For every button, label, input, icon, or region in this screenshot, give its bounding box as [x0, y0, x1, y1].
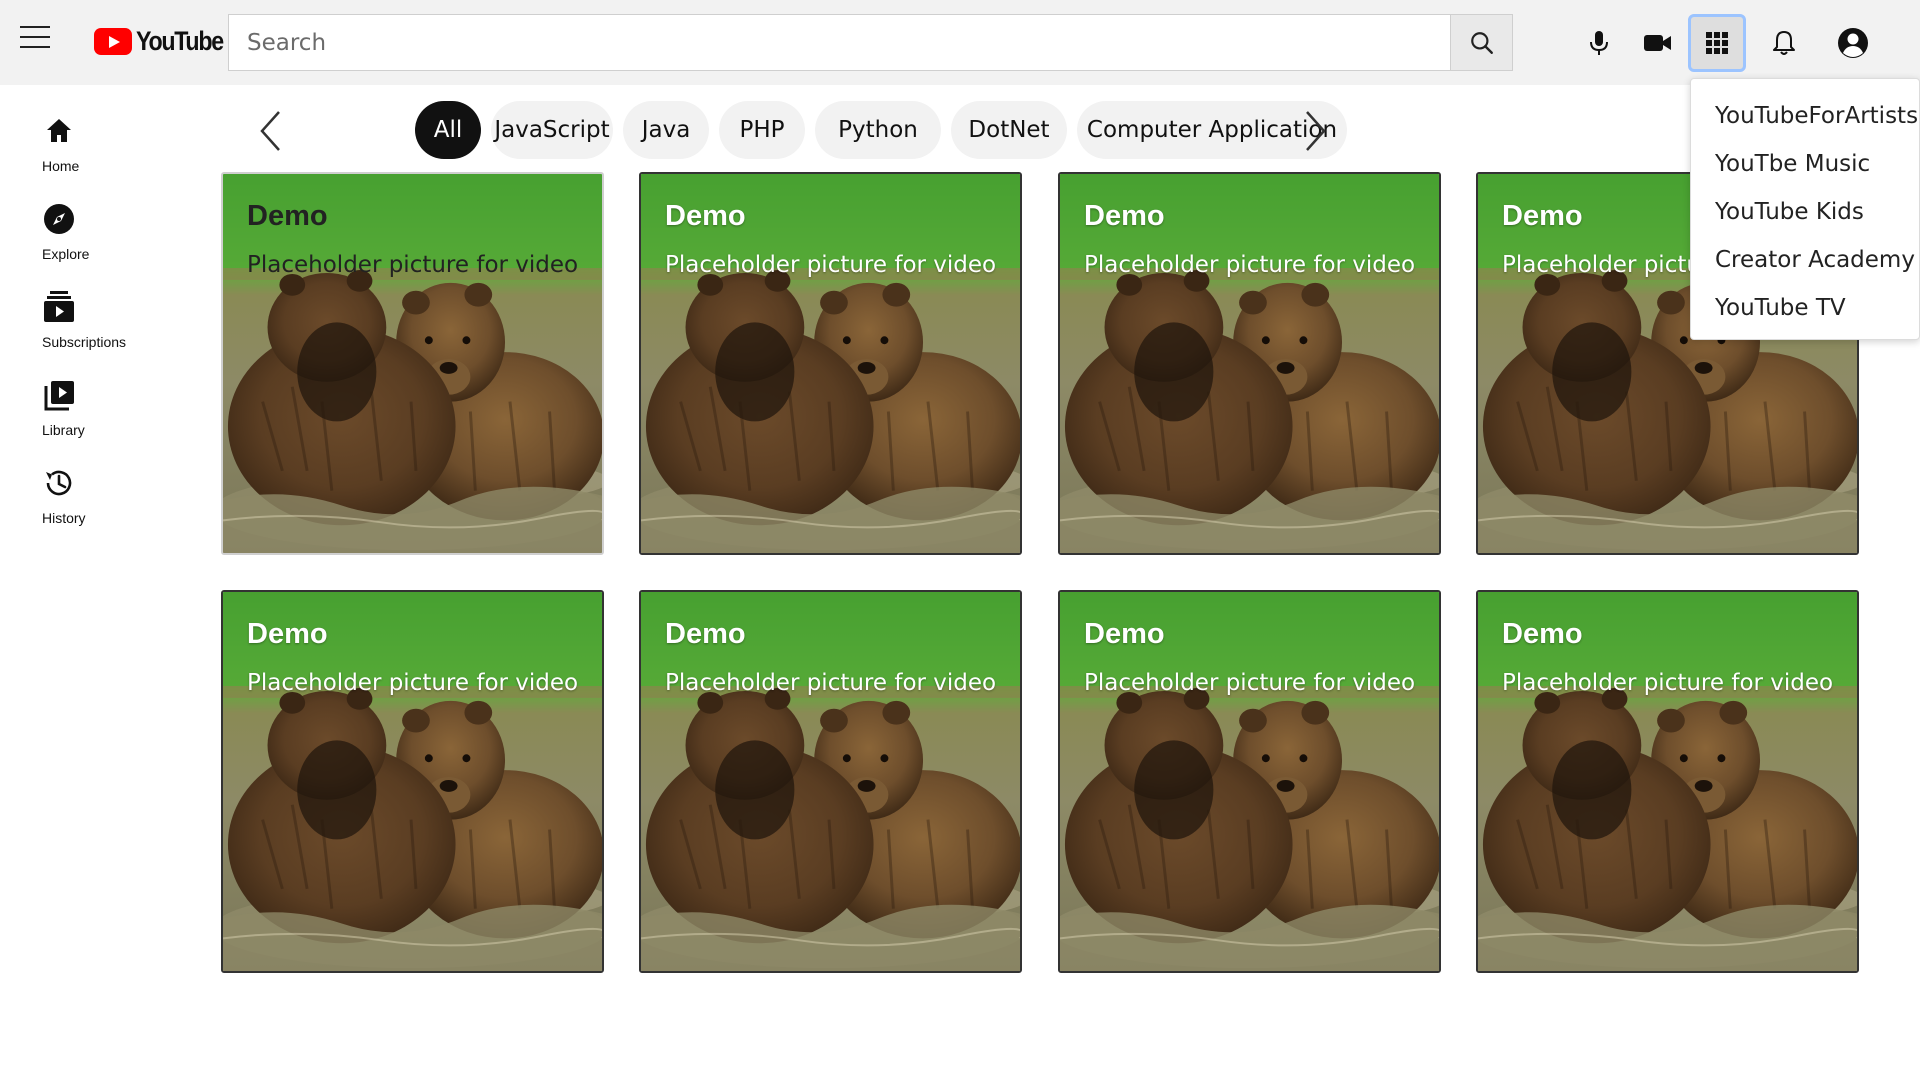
video-description: Placeholder picture for video [1084, 252, 1416, 278]
video-description: Placeholder picture for video [665, 252, 997, 278]
library-icon [42, 378, 76, 412]
chip-all[interactable]: All [415, 101, 481, 159]
video-card[interactable]: Demo Placeholder picture for video [221, 590, 604, 973]
menu-item-youtube-kids[interactable]: YouTube Kids [1715, 192, 1864, 232]
chip-javascript[interactable]: JavaScript [491, 101, 613, 159]
search-button[interactable] [1450, 15, 1512, 70]
video-description: Placeholder picture for video [665, 670, 997, 696]
video-title: Demo [247, 618, 328, 650]
chevron-left-icon [260, 111, 280, 151]
sidebar-item-label: Library [42, 422, 85, 438]
sidebar-item-label: Home [42, 158, 80, 174]
sidebar-item-library[interactable]: Library [0, 362, 140, 442]
search-icon [1470, 31, 1493, 54]
video-title: Demo [247, 200, 328, 232]
menu-item-youtube-for-artists[interactable]: YouTubeForArtists [1715, 96, 1918, 136]
video-description: Placeholder picture for video [247, 252, 579, 278]
bell-icon [1773, 31, 1795, 55]
apps-grid-icon [1706, 32, 1728, 54]
subscriptions-icon [42, 290, 76, 324]
top-header: YouTube [0, 0, 1920, 85]
sidebar-item-history[interactable]: History [0, 450, 140, 530]
account-circle-icon [1838, 28, 1868, 58]
notifications-button[interactable] [1755, 14, 1813, 72]
home-icon [42, 114, 76, 148]
menu-item-creator-academy[interactable]: Creator Academy [1715, 240, 1915, 280]
apps-button[interactable] [1688, 14, 1746, 72]
chip-python[interactable]: Python [815, 101, 941, 159]
youtube-play-icon [94, 27, 132, 55]
create-video-button[interactable] [1629, 14, 1687, 72]
video-camera-icon [1644, 35, 1671, 51]
chip-java[interactable]: Java [623, 101, 709, 159]
compass-icon [42, 202, 76, 236]
video-title: Demo [1084, 618, 1165, 650]
chips-prev-button[interactable] [250, 108, 290, 154]
history-icon [42, 466, 76, 500]
chip-php[interactable]: PHP [719, 101, 805, 159]
sidebar-item-label: History [42, 510, 86, 526]
video-title: Demo [1502, 200, 1583, 232]
sidebar-item-label: Subscriptions [42, 334, 127, 350]
video-card[interactable]: Demo Placeholder picture for video [221, 172, 604, 555]
voice-search-button[interactable] [1570, 14, 1628, 72]
youtube-logo[interactable]: YouTube [94, 26, 237, 56]
apps-dropdown-menu: YouTubeForArtists YouTbe Music YouTube K… [1690, 78, 1920, 340]
video-card[interactable]: Demo Placeholder picture for video [639, 590, 1022, 973]
video-description: Placeholder picture for video [1502, 670, 1834, 696]
search-input[interactable] [229, 15, 1450, 70]
sidebar-item-home[interactable]: Home [0, 98, 140, 178]
menu-item-youtube-music[interactable]: YouTbe Music [1715, 144, 1870, 184]
sidebar-item-subscriptions[interactable]: Subscriptions [0, 274, 140, 354]
sidebar-item-explore[interactable]: Explore [0, 186, 140, 266]
chip-dotnet[interactable]: DotNet [951, 101, 1067, 159]
video-title: Demo [665, 200, 746, 232]
video-title: Demo [1502, 618, 1583, 650]
video-card[interactable]: Demo Placeholder picture for video [1058, 172, 1441, 555]
sidebar-item-label: Explore [42, 246, 90, 262]
video-card[interactable]: Demo Placeholder picture for video [1058, 590, 1441, 973]
video-card[interactable]: Demo Placeholder picture for video [1476, 590, 1859, 973]
chevron-right-icon [1306, 111, 1326, 151]
video-title: Demo [665, 618, 746, 650]
microphone-icon [1590, 31, 1608, 55]
video-description: Placeholder picture for video [247, 670, 579, 696]
menu-item-youtube-tv[interactable]: YouTube TV [1715, 288, 1846, 328]
hamburger-icon[interactable] [20, 24, 50, 48]
search-bar [228, 14, 1513, 71]
chips-next-button[interactable] [1296, 108, 1336, 154]
video-title: Demo [1084, 200, 1165, 232]
logo-text: YouTube [136, 25, 224, 56]
video-description: Placeholder picture for video [1084, 670, 1416, 696]
account-button[interactable] [1824, 14, 1882, 72]
video-card[interactable]: Demo Placeholder picture for video [639, 172, 1022, 555]
